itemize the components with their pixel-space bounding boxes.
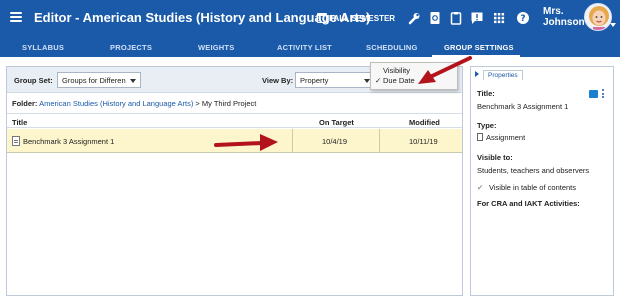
- breadcrumb-current: > My Third Project: [193, 99, 257, 108]
- chevron-down-icon[interactable]: [610, 23, 616, 27]
- column-header-on-target[interactable]: On Target: [319, 118, 354, 127]
- image-icon[interactable]: [589, 90, 598, 98]
- preview-icon[interactable]: [428, 11, 442, 25]
- properties-panel: Properties Title: Benchmark 3 Assignment…: [470, 66, 614, 296]
- properties-header: Properties: [471, 67, 613, 81]
- apps-grid-icon[interactable]: [492, 11, 506, 25]
- row-title: Benchmark 3 Assignment 1: [23, 137, 115, 146]
- view-by-select[interactable]: Property: [295, 72, 375, 88]
- column-header-title[interactable]: Title: [12, 118, 27, 127]
- tab-activity-list[interactable]: ACTIVITY LIST: [277, 43, 332, 52]
- clipboard-icon[interactable]: [449, 11, 463, 25]
- tab-syllabus[interactable]: SYLLABUS: [22, 43, 64, 52]
- chevron-down-icon: [130, 79, 136, 83]
- title-label: Title:: [477, 89, 495, 98]
- nav-tabs: SYLLABUS PROJECTS WEIGHTS ACTIVITY LIST …: [0, 37, 620, 57]
- activity-table-panel: Group Set: Groups for Differen View By: …: [6, 66, 463, 296]
- table-row[interactable]: Benchmark 3 Assignment 1 10/4/19 10/11/1…: [7, 129, 462, 153]
- tab-properties[interactable]: Properties: [483, 70, 523, 80]
- app-header: Editor - American Studies (History and L…: [0, 0, 620, 37]
- column-divider: [379, 129, 380, 153]
- help-icon[interactable]: ?: [516, 11, 530, 25]
- row-on-target: 10/4/19: [322, 137, 348, 146]
- column-header-modified[interactable]: Modified: [409, 118, 440, 127]
- view-by-label: View By:: [262, 76, 294, 85]
- alert-icon[interactable]: [470, 11, 484, 25]
- group-set-select[interactable]: Groups for Differen: [57, 72, 141, 88]
- menu-item-due-date[interactable]: Due Date: [383, 76, 415, 85]
- toc-label: Visible in table of contents: [489, 183, 577, 192]
- document-icon: [477, 133, 483, 141]
- table-header: Title On Target Modified: [7, 113, 462, 128]
- cra-label: For CRA and IAKT Activities:: [477, 199, 580, 208]
- svg-text:?: ?: [520, 14, 525, 24]
- checkmark-icon: ✓: [375, 76, 382, 85]
- visible-to-value: Students, teachers and observers: [477, 166, 590, 175]
- visible-to-label: Visible to:: [477, 153, 513, 162]
- semester-label: FALL SEMESTER: [329, 13, 396, 23]
- type-label: Type:: [477, 121, 497, 130]
- title-value: Benchmark 3 Assignment 1: [477, 102, 569, 111]
- tab-projects[interactable]: PROJECTS: [110, 43, 152, 52]
- user-name[interactable]: Mrs. Johnson: [543, 6, 585, 28]
- breadcrumb: Folder: American Studies (History and La…: [12, 99, 257, 108]
- active-tab-indicator: [432, 55, 520, 57]
- avatar-illustration-icon: [589, 6, 609, 30]
- tab-weights[interactable]: WEIGHTS: [198, 43, 234, 52]
- view-by-dropdown-menu: Visibility ✓ Due Date: [370, 62, 458, 90]
- calendar-icon: [317, 13, 327, 23]
- breadcrumb-link[interactable]: American Studies (History and Language A…: [39, 99, 193, 108]
- column-divider: [292, 129, 293, 153]
- avatar[interactable]: [584, 3, 612, 31]
- type-value: Assignment: [477, 133, 525, 142]
- tab-group-settings[interactable]: GROUP SETTINGS: [444, 43, 514, 52]
- menu-item-visibility[interactable]: Visibility: [383, 66, 410, 75]
- toc-checkbox[interactable]: ✔: [477, 183, 485, 192]
- wrench-icon[interactable]: [407, 11, 421, 25]
- document-icon: [12, 136, 20, 146]
- row-modified: 10/11/19: [409, 137, 438, 146]
- semester-selector[interactable]: FALL SEMESTER: [317, 13, 395, 23]
- collapse-arrow-icon[interactable]: [475, 71, 479, 77]
- tab-scheduling[interactable]: SCHEDULING: [366, 43, 418, 52]
- more-options-icon[interactable]: [602, 89, 604, 99]
- group-set-label: Group Set:: [14, 76, 53, 85]
- menu-icon[interactable]: [10, 12, 22, 22]
